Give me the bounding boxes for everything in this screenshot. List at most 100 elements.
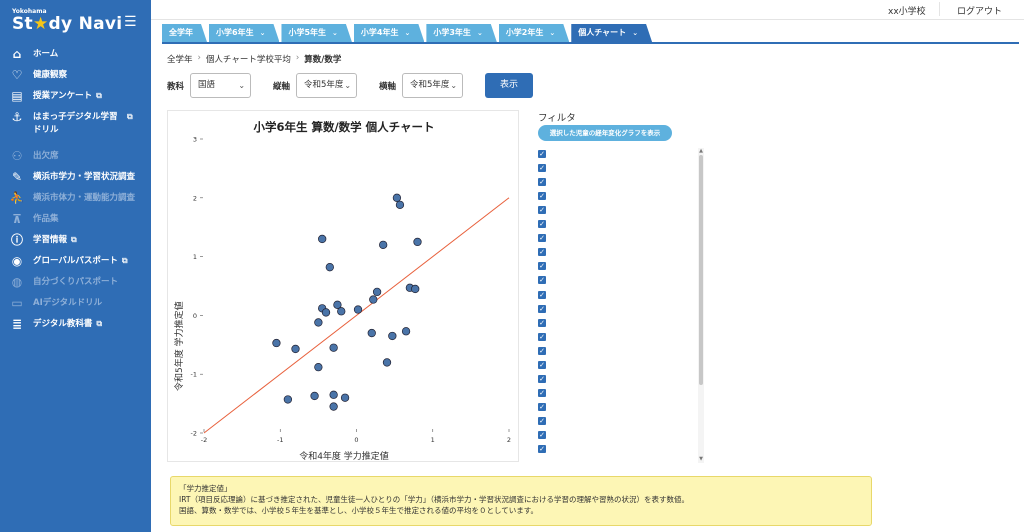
subject-select[interactable]: 国語 ⌄: [190, 73, 252, 98]
data-point[interactable]: [413, 237, 422, 247]
school-name: xx小学校: [888, 7, 926, 17]
tab-grade-5[interactable]: 小学5年生 ⌄: [281, 24, 351, 42]
student-checkbox[interactable]: ✓: [538, 234, 546, 243]
student-checkbox[interactable]: ✓: [538, 164, 546, 173]
data-point[interactable]: [382, 358, 392, 367]
external-link-icon: ⧉: [121, 256, 128, 265]
student-checkbox[interactable]: ✓: [538, 276, 546, 285]
breadcrumb-item[interactable]: 全学年: [167, 53, 193, 65]
external-link-icon: ⧉: [96, 91, 102, 100]
filter-title: フィルタ: [538, 113, 576, 124]
data-point[interactable]: [401, 327, 411, 336]
sidebar-item-fitness[interactable]: ⛹ 横浜市体力・運動能力調査: [0, 191, 151, 212]
student-checkbox[interactable]: ✓: [538, 150, 546, 158]
x-tick-label: -2: [201, 436, 207, 444]
logout-link[interactable]: ログアウト: [957, 4, 1002, 17]
tab-grade-2[interactable]: 小学2年生 ⌄: [499, 24, 569, 42]
vertical-axis-label: 縦軸: [273, 81, 291, 92]
student-checkbox[interactable]: ✓: [538, 304, 546, 313]
data-point[interactable]: [367, 328, 376, 338]
data-point[interactable]: [318, 234, 327, 244]
student-checkbox[interactable]: ✓: [538, 374, 546, 383]
student-checkbox[interactable]: ✓: [538, 332, 546, 341]
show-button[interactable]: 表示: [485, 73, 533, 98]
student-checkbox[interactable]: ✓: [538, 431, 546, 439]
horizontal-axis-select[interactable]: 令和5年度 ⌄: [402, 73, 464, 98]
scrollbar-thumb[interactable]: [699, 155, 703, 385]
student-checkbox[interactable]: ✓: [538, 445, 546, 454]
heart-icon: ♡: [11, 68, 23, 82]
student-checkbox[interactable]: ✓: [538, 220, 546, 229]
data-point[interactable]: [392, 193, 402, 202]
sidebar-item-health[interactable]: ♡ 健康観察: [0, 68, 151, 89]
sidebar-item-survey[interactable]: ▤ 授業アンケート ⧉: [0, 89, 151, 110]
sidebar-item-home[interactable]: ⌂ ホーム: [0, 47, 151, 68]
sidebar-item-global-passport[interactable]: ◉ グローバルパスポート ⧉: [0, 254, 151, 275]
star-icon: ★: [32, 14, 49, 34]
sidebar-item-attendance[interactable]: ⚇ 出欠席: [0, 149, 151, 170]
sidebar-item-self-passport[interactable]: ◍ 自分づくりパスポート: [0, 275, 151, 296]
scatter-chart: -2 -1 0 1 2 3 -2 -1 0 1 2 小学6年生 算数/数学 個人チャート 令和5年度…: [167, 110, 519, 462]
student-checkbox[interactable]: ✓: [538, 360, 546, 369]
student-checkbox[interactable]: ✓: [538, 346, 546, 355]
data-point[interactable]: [310, 391, 319, 401]
breadcrumb-item[interactable]: 個人チャート学校平均: [206, 53, 291, 65]
student-checkbox[interactable]: ✓: [538, 416, 546, 425]
scroll-up-icon[interactable]: ▲: [698, 148, 704, 154]
menu-icon[interactable]: ☰: [124, 14, 137, 30]
tab-all-grades[interactable]: 全学年: [162, 24, 207, 42]
show-trend-graph-button[interactable]: 選択した児童の経年変化グラフを表示: [538, 125, 672, 141]
sidebar-item-drill[interactable]: ⚓ はまっ子デジタル学習ドリル ⧉: [0, 110, 151, 149]
student-checkbox[interactable]: ✓: [538, 262, 546, 271]
breadcrumb: 全学年 › 個人チャート学校平均 › 算数/数学: [167, 53, 341, 65]
data-point[interactable]: [337, 307, 346, 316]
tab-personal-chart[interactable]: 個人チャート ⌄: [571, 24, 652, 42]
data-point[interactable]: [411, 284, 420, 294]
data-point[interactable]: [314, 318, 323, 327]
sidebar-item-digital-textbook[interactable]: ≣ デジタル教科書 ⧉: [0, 317, 151, 338]
data-point[interactable]: [388, 331, 397, 341]
student-checkbox[interactable]: ✓: [538, 178, 546, 187]
student-checkbox[interactable]: ✓: [538, 192, 546, 201]
data-point[interactable]: [314, 362, 323, 372]
scroll-down-icon[interactable]: ▼: [698, 456, 704, 462]
data-point[interactable]: [353, 305, 363, 314]
data-point[interactable]: [325, 263, 334, 272]
tab-grade-6[interactable]: 小学6年生 ⌄: [209, 24, 279, 42]
data-point[interactable]: [272, 338, 281, 348]
student-checkbox[interactable]: ✓: [538, 318, 546, 327]
data-point[interactable]: [329, 390, 338, 399]
app-logo[interactable]: Yokohama St★dy Navi: [12, 8, 122, 34]
sidebar-item-ai-drill[interactable]: ▭ AIデジタルドリル: [0, 296, 151, 317]
external-link-icon: ⧉: [71, 235, 77, 244]
info-box: 「学力推定値」 IRT（項目反応理論）に基づき推定された、児童生徒一人ひとりの「…: [170, 476, 872, 526]
laptop-icon: ▭: [11, 296, 23, 310]
student-checkbox[interactable]: ✓: [538, 206, 546, 215]
x-tick-label: -1: [277, 436, 283, 444]
data-point[interactable]: [340, 393, 350, 402]
tab-grade-4[interactable]: 小学4年生 ⌄: [354, 24, 424, 42]
info-line: 国語、算数・数学では、小学校５年生を基準とし、小学校５年生で推定される値の平均を…: [179, 506, 539, 515]
sidebar-item-works[interactable]: ⊼ 作品集: [0, 212, 151, 233]
data-point[interactable]: [395, 200, 405, 210]
data-point[interactable]: [329, 402, 338, 411]
data-point[interactable]: [379, 240, 388, 249]
student-checkbox[interactable]: ✓: [538, 290, 546, 299]
tab-grade-3[interactable]: 小学3年生 ⌄: [426, 24, 496, 42]
anchor-icon: ⚓: [11, 110, 23, 124]
data-point[interactable]: [329, 343, 338, 352]
student-checkbox[interactable]: ✓: [538, 248, 546, 257]
data-point[interactable]: [372, 287, 382, 297]
student-checkbox[interactable]: ✓: [538, 388, 546, 397]
sidebar-item-learning-info[interactable]: ⓘ 学習情報 ⧉: [0, 233, 151, 254]
runner-icon: ⛹: [9, 191, 25, 205]
student-checkbox[interactable]: ✓: [538, 402, 546, 411]
sidebar-item-academic-survey[interactable]: ✎ 横浜市学力・学習状況調査: [0, 170, 151, 191]
vertical-axis-select[interactable]: 令和5年度 ⌄: [296, 73, 358, 98]
data-point[interactable]: [291, 344, 300, 354]
sidebar-nav: ⌂ ホーム ♡ 健康観察 ▤ 授業アンケート ⧉ ⚓ はまっ子デジタル学習ドリル ⧉ ⚇ 出欠…: [0, 47, 151, 338]
data-point[interactable]: [321, 308, 331, 317]
globe-icon: ◉: [11, 254, 23, 268]
data-point[interactable]: [283, 395, 293, 404]
data-point[interactable]: [369, 295, 378, 304]
